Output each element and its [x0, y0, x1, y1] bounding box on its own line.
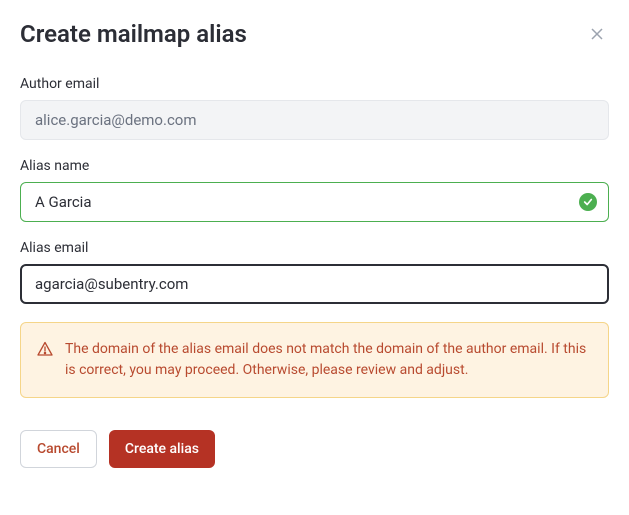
alias-email-group: Alias email — [20, 240, 609, 304]
modal-footer: Cancel Create alias — [20, 430, 609, 468]
alias-email-field[interactable] — [20, 264, 609, 304]
warning-message: The domain of the alias email does not m… — [65, 339, 592, 381]
alias-name-field[interactable] — [20, 182, 609, 222]
modal-title: Create mailmap alias — [20, 20, 247, 48]
author-email-field — [20, 100, 609, 140]
close-button[interactable] — [585, 22, 609, 46]
cancel-button[interactable]: Cancel — [20, 430, 97, 468]
modal-header: Create mailmap alias — [20, 20, 609, 48]
alias-name-group: Alias name — [20, 158, 609, 222]
author-email-label: Author email — [20, 76, 609, 92]
check-icon — [579, 193, 597, 211]
warning-icon — [37, 341, 53, 357]
create-alias-button[interactable]: Create alias — [109, 430, 215, 468]
close-icon — [589, 26, 605, 42]
alias-email-label: Alias email — [20, 240, 609, 256]
warning-box: The domain of the alias email does not m… — [20, 322, 609, 398]
alias-email-wrapper — [20, 264, 609, 304]
author-email-group: Author email — [20, 76, 609, 140]
alias-name-label: Alias name — [20, 158, 609, 174]
alias-name-wrapper — [20, 182, 609, 222]
